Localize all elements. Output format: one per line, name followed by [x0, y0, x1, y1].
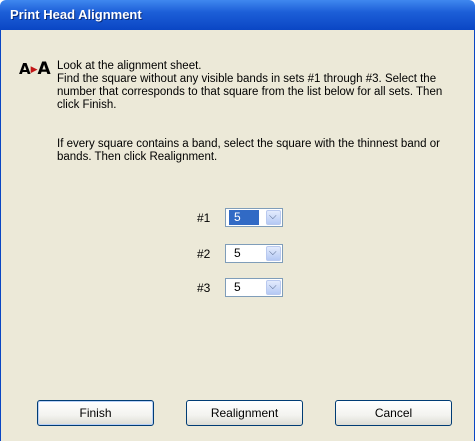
set-1-select[interactable]: 5 ⌵: [225, 208, 283, 227]
set-3-label: #3: [197, 281, 211, 295]
instruction-line-1: Look at the alignment sheet.: [57, 60, 202, 72]
set-2-select[interactable]: 5 ⌵: [225, 244, 283, 263]
set-2-value: 5: [234, 246, 241, 260]
icon-letter-right: A: [37, 59, 51, 79]
set-1-value: 5: [229, 210, 259, 225]
chevron-down-icon: ⌵: [269, 247, 277, 258]
icon-triangle: ▶: [30, 65, 38, 75]
dialog-body: A▶A Look at the alignment sheet. Find th…: [0, 30, 475, 441]
window-title: Print Head Alignment: [10, 7, 142, 22]
set-2-dropdown-button[interactable]: ⌵: [266, 246, 281, 261]
dialog-window: Print Head Alignment A▶A Look at the ali…: [0, 0, 475, 441]
set-1-label: #1: [197, 211, 211, 225]
instruction-paragraph-3: If every square contains a band, select …: [57, 138, 440, 163]
icon-letter-left: A: [19, 60, 31, 78]
set-3-value: 5: [234, 280, 241, 294]
set-2-label: #2: [197, 247, 211, 261]
title-bar[interactable]: Print Head Alignment: [0, 0, 475, 30]
realignment-button[interactable]: Realignment: [186, 400, 303, 426]
cancel-button[interactable]: Cancel: [335, 400, 452, 426]
set-3-dropdown-button[interactable]: ⌵: [266, 280, 281, 295]
finish-button[interactable]: Finish: [37, 400, 154, 426]
text-alignment-icon: A▶A: [19, 59, 51, 79]
instruction-paragraph-2: Find the square without any visible band…: [57, 73, 443, 111]
chevron-down-icon: ⌵: [269, 281, 277, 292]
chevron-down-icon: ⌵: [269, 211, 277, 222]
set-3-select[interactable]: 5 ⌵: [225, 278, 283, 297]
set-1-dropdown-button[interactable]: ⌵: [266, 210, 281, 225]
